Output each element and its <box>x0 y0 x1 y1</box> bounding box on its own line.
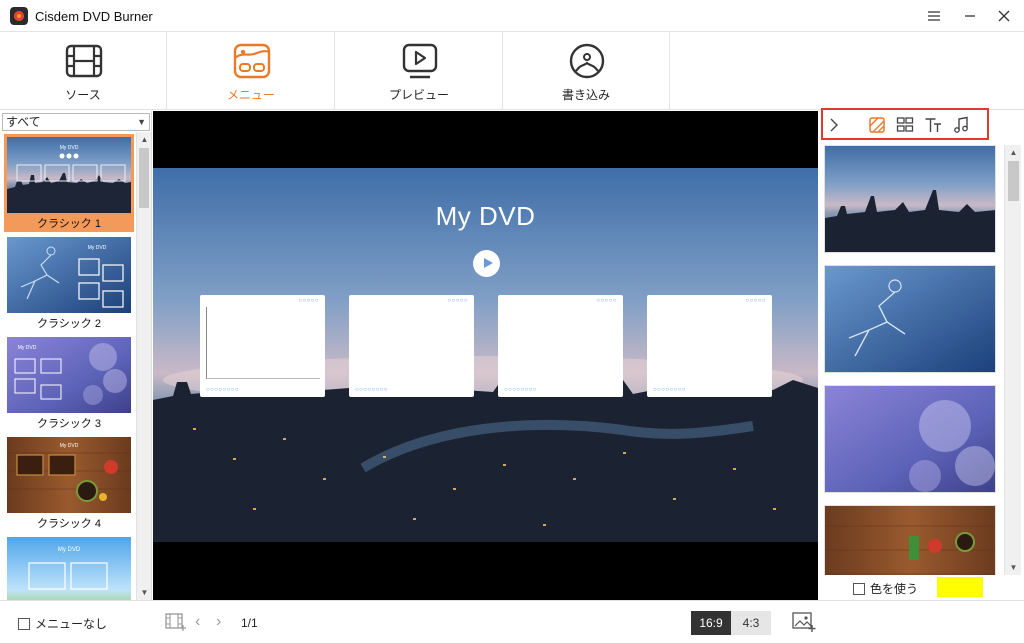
background-option[interactable] <box>824 505 996 575</box>
add-menu-page-icon[interactable] <box>165 612 187 632</box>
chapter-thumbnail[interactable]: ○○○○○ ○○○○○○○○ <box>647 295 772 397</box>
close-icon[interactable] <box>990 4 1018 28</box>
template-thumbnail: My DVD <box>7 237 131 313</box>
template-thumb-title: My DVD <box>18 345 37 351</box>
ratio-16-9-button[interactable]: 16:9 <box>691 611 731 635</box>
next-page-icon[interactable]: › <box>216 613 221 631</box>
menu-title[interactable]: My DVD <box>153 201 818 232</box>
tab-source-label: ソース <box>65 88 101 102</box>
use-color-checkbox[interactable]: 色を使う <box>853 580 918 597</box>
template-filter-value: すべて <box>6 115 41 129</box>
no-menu-label: メニューなし <box>35 617 108 631</box>
scroll-thumb[interactable] <box>139 148 149 208</box>
disc-burn-icon <box>569 43 605 79</box>
chapter-thumbnail[interactable]: ○○○○○ ○○○○○○○○ <box>200 295 325 397</box>
page-indicator: 1/1 <box>241 616 258 630</box>
template-thumb-title: My DVD <box>60 145 79 151</box>
background-option[interactable] <box>824 385 996 493</box>
chapter-thumbnail[interactable]: ○○○○○ ○○○○○○○○ <box>498 295 623 397</box>
chapter-dots: ○○○○○ <box>298 298 319 304</box>
hamburger-menu-icon[interactable] <box>920 4 948 28</box>
color-picker-swatch[interactable] <box>937 577 983 597</box>
music-icon[interactable] <box>950 115 972 135</box>
template-thumbnail: My DVD <box>7 337 131 413</box>
play-monitor-icon <box>402 43 438 79</box>
chapter-dots: ○○○○○○○○ <box>355 387 388 393</box>
use-color-label: 色を使う <box>870 582 919 596</box>
template-name: クラシック 1 <box>37 218 101 230</box>
ratio-4-3-button[interactable]: 4:3 <box>731 611 771 635</box>
chapter-dots: ○○○○○ <box>596 298 617 304</box>
template-thumb-title: My DVD <box>60 443 79 449</box>
background-option[interactable] <box>824 265 996 373</box>
scroll-up-icon[interactable]: ▲ <box>137 132 152 147</box>
chapter-thumbnail[interactable]: ○○○○○ ○○○○○○○○ <box>349 295 474 397</box>
chapter-dots: ○○○○○○○○ <box>504 387 537 393</box>
background-scrollbar[interactable]: ▲ ▼ <box>1004 145 1021 575</box>
checkbox-icon[interactable] <box>18 617 30 630</box>
checkbox-icon[interactable] <box>853 582 865 595</box>
chapter-frame <box>206 307 320 379</box>
minimize-icon[interactable] <box>956 4 984 28</box>
tab-source[interactable]: ソース <box>0 32 167 110</box>
film-strip-icon <box>65 44 103 78</box>
template-name: クラシック 4 <box>37 518 101 530</box>
menu-preview: My DVD ○○○○○ ○○○○○○○○ ○○○○○ ○○○○○○○○ ○○○… <box>153 111 818 600</box>
app-title: Cisdem DVD Burner <box>35 9 153 24</box>
tab-menu[interactable]: メニュー <box>168 32 335 110</box>
main-toolbar: ソース メニュー プレビュー 書き込み <box>0 32 1024 110</box>
template-thumbnail: My DVD <box>7 137 131 213</box>
template-filter-dropdown[interactable]: すべて ▼ <box>2 113 150 131</box>
template-name: クラシック 3 <box>37 418 101 430</box>
customize-panel: ▲ ▼ 色を使う <box>819 108 1024 600</box>
template-item[interactable]: My DVD クラシック 3 <box>4 334 134 432</box>
template-thumbnail: My DVD <box>7 437 131 513</box>
chapter-dots: ○○○○○○○○ <box>653 387 686 393</box>
scroll-down-icon[interactable]: ▼ <box>1006 560 1021 575</box>
chapter-dots: ○○○○○ <box>745 298 766 304</box>
bottom-bar: メニューなし ‹ › 1/1 16:9 4:3 <box>0 600 1024 643</box>
scroll-up-icon[interactable]: ▲ <box>1006 145 1021 160</box>
template-panel: すべて ▼ My DVD クラシック 1 My DVD クラシック 2 My D… <box>0 111 152 600</box>
template-list: My DVD クラシック 1 My DVD クラシック 2 My DVD クラシ… <box>2 132 135 600</box>
template-item[interactable]: My DVD クラシック 4 <box>4 434 134 532</box>
tab-burn-label: 書き込み <box>561 88 610 102</box>
customize-tabs <box>821 108 989 140</box>
add-image-icon[interactable] <box>792 611 816 632</box>
text-icon[interactable] <box>922 115 944 135</box>
chapter-dots: ○○○○○○○○ <box>206 387 239 393</box>
template-item[interactable]: My DVD クラシック 2 <box>4 234 134 332</box>
tab-burn[interactable]: 書き込み <box>503 32 670 110</box>
menu-design-icon <box>233 43 271 79</box>
template-thumbnail: My DVD <box>7 537 131 600</box>
scroll-down-icon[interactable]: ▼ <box>137 585 152 600</box>
previous-page-icon[interactable]: ‹ <box>195 613 200 631</box>
chevron-down-icon: ▼ <box>137 117 146 127</box>
template-scrollbar[interactable]: ▲ ▼ <box>136 132 151 600</box>
title-bar: Cisdem DVD Burner <box>0 0 1024 32</box>
layout-icon[interactable] <box>894 115 916 135</box>
background-list <box>824 145 996 575</box>
scroll-thumb[interactable] <box>1008 161 1019 201</box>
background-option[interactable] <box>824 145 996 253</box>
chevron-right-icon[interactable] <box>823 115 845 135</box>
app-logo-icon <box>10 7 28 25</box>
play-all-button[interactable] <box>473 250 500 277</box>
template-item[interactable]: My DVD <box>4 534 134 600</box>
no-menu-checkbox[interactable]: メニューなし <box>18 615 107 632</box>
template-item[interactable]: My DVD クラシック 1 <box>4 134 134 232</box>
template-name: クラシック 2 <box>37 318 101 330</box>
template-thumb-title: My DVD <box>58 547 81 553</box>
tab-preview[interactable]: プレビュー <box>336 32 503 110</box>
template-thumb-title: My DVD <box>88 245 107 251</box>
tab-menu-label: メニュー <box>226 88 275 102</box>
background-icon[interactable] <box>866 115 888 135</box>
tab-preview-label: プレビュー <box>388 88 449 102</box>
chapter-dots: ○○○○○ <box>447 298 468 304</box>
